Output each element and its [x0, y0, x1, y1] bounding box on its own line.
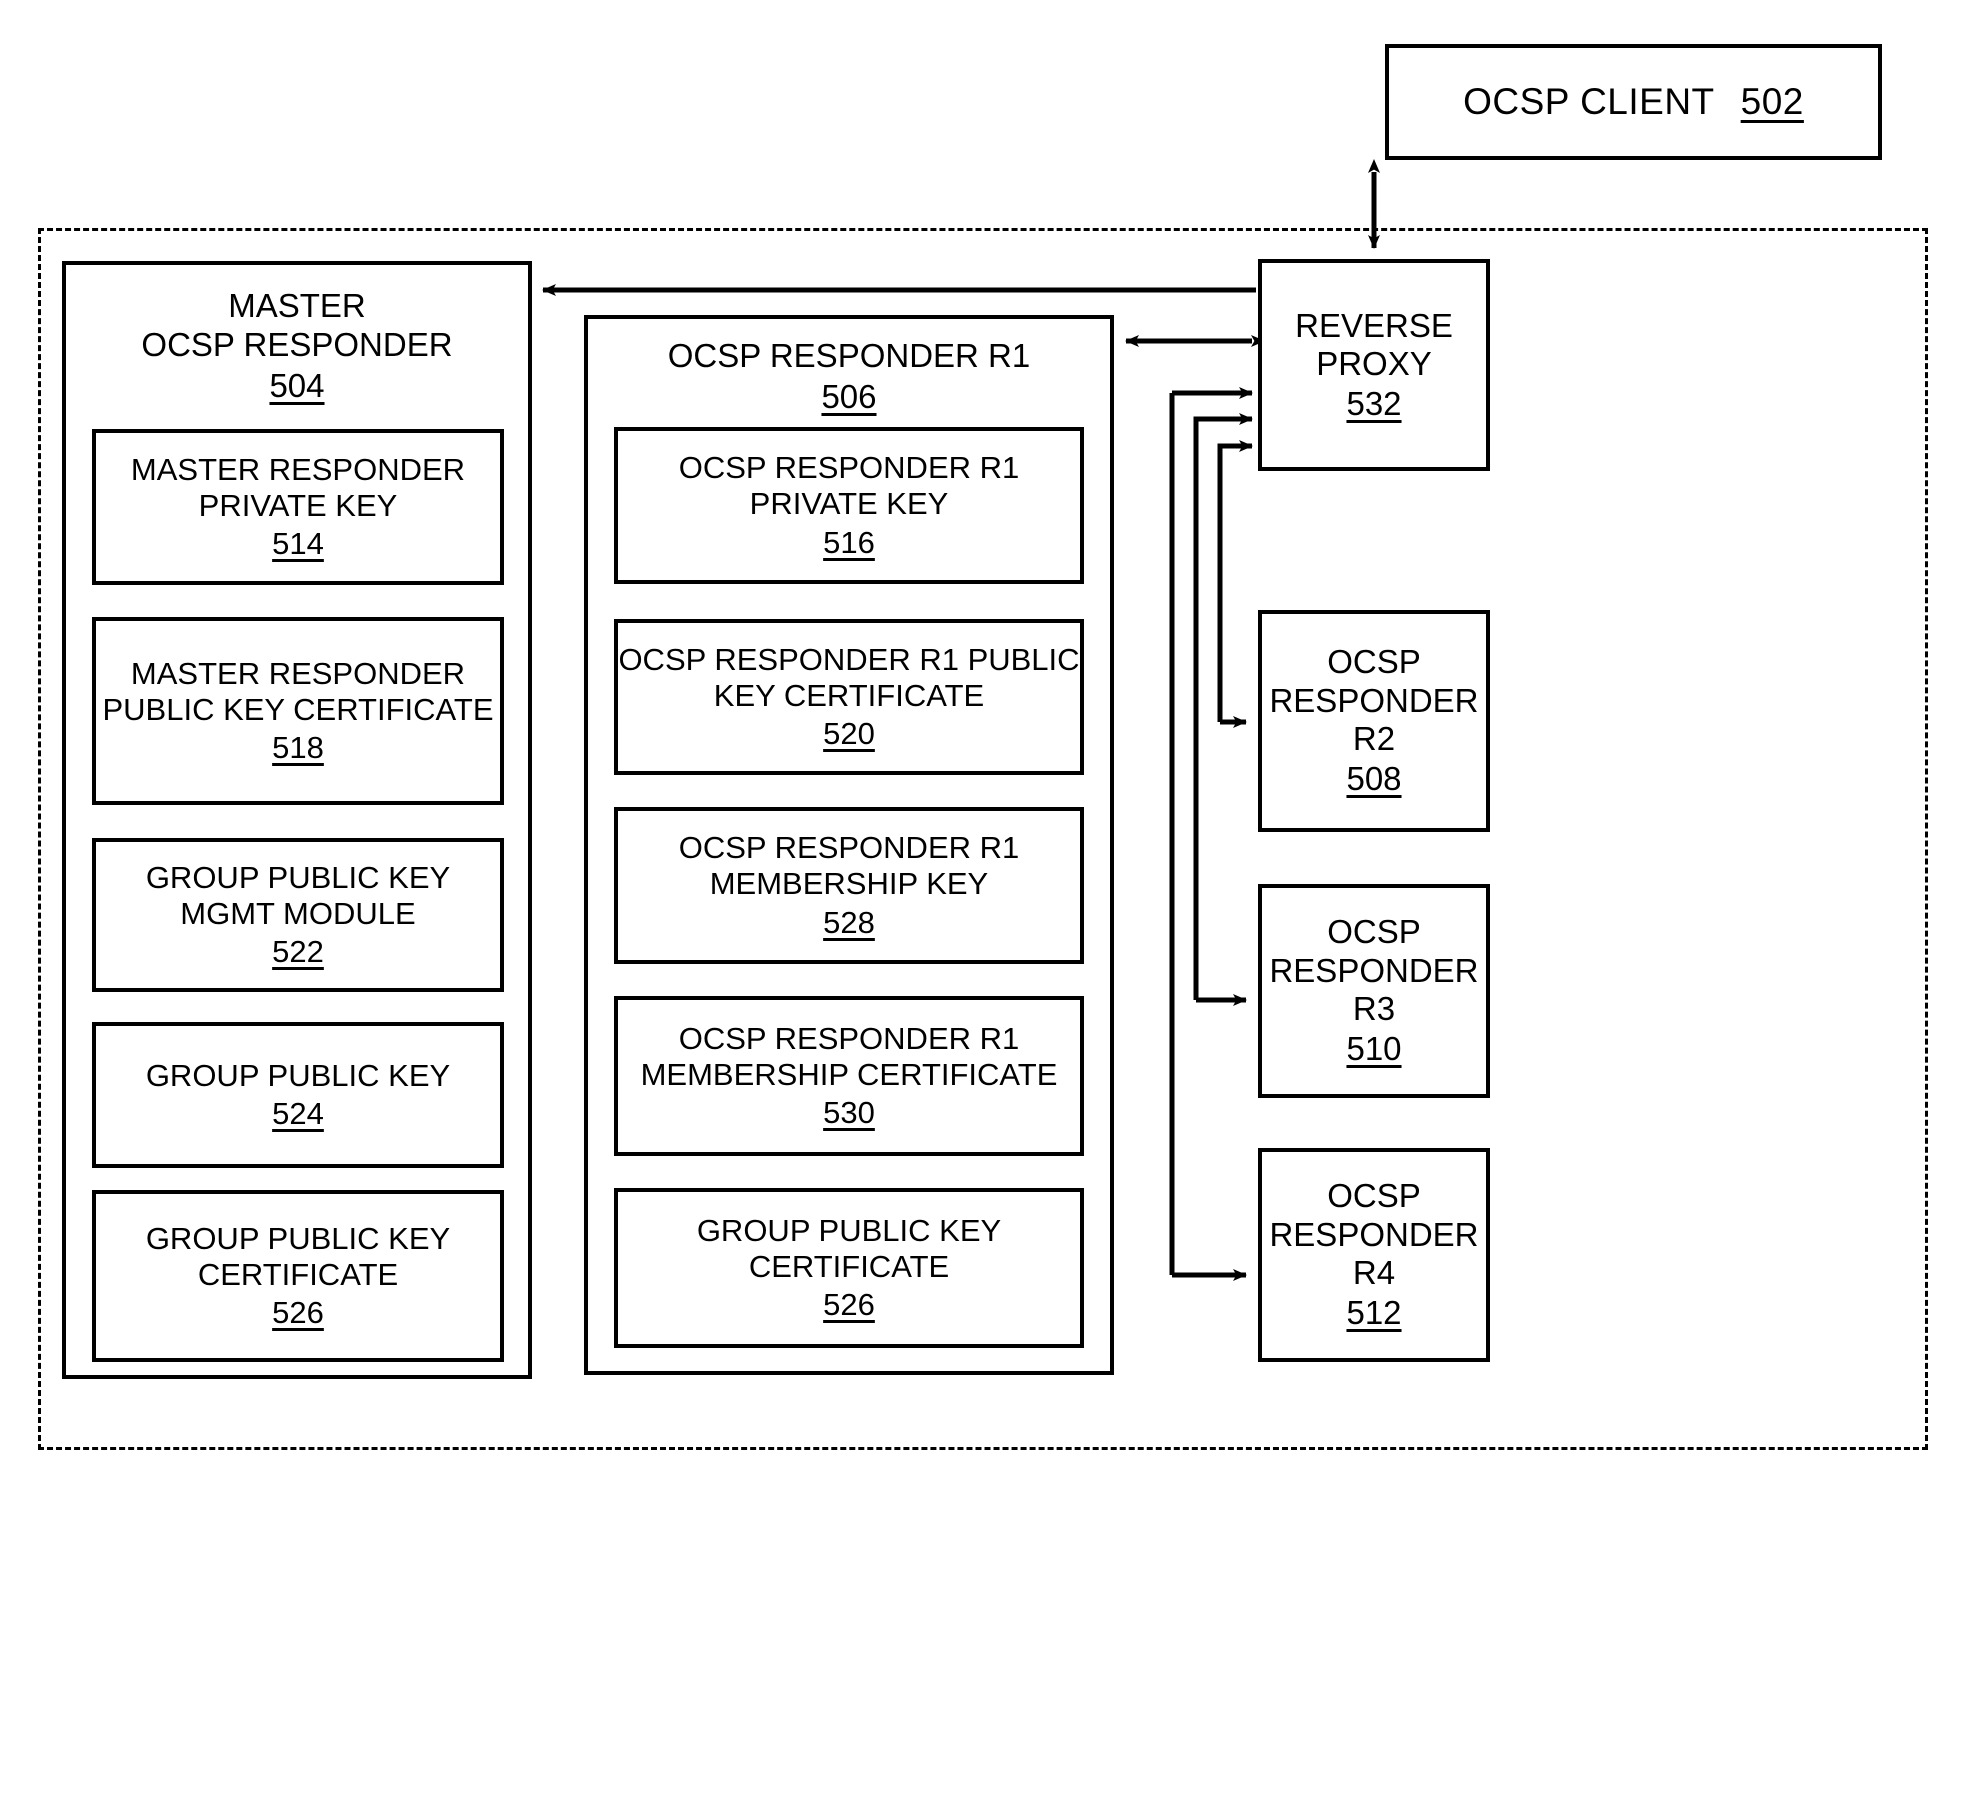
master-responder-public-key-certificate-ref: 518	[272, 730, 324, 766]
ocsp-responder-r4-box[interactable]: OCSP RESPONDER R4 512	[1258, 1148, 1490, 1362]
master-responder-public-key-certificate-label: MASTER RESPONDER PUBLIC KEY CERTIFICATE	[102, 655, 494, 727]
r1-public-key-certificate-ref: 520	[823, 716, 875, 752]
master-responder-private-key-box[interactable]: MASTER RESPONDER PRIVATE KEY 514	[92, 429, 504, 585]
group-public-key-mgmt-module-label: GROUP PUBLIC KEY MGMT MODULE	[145, 859, 451, 931]
r1-membership-certificate-label: OCSP RESPONDER R1 MEMBERSHIP CERTIFICATE	[640, 1020, 1058, 1092]
ocsp-responder-r3-box[interactable]: OCSP RESPONDER R3 510	[1258, 884, 1490, 1098]
r1-membership-certificate-ref: 530	[823, 1095, 875, 1131]
ocsp-client-label: OCSP CLIENT	[1463, 80, 1715, 122]
ocsp-client-box[interactable]: OCSP CLIENT 502	[1385, 44, 1882, 160]
group-public-key-label: GROUP PUBLIC KEY	[145, 1057, 451, 1093]
r1-public-key-certificate-box[interactable]: OCSP RESPONDER R1 PUBLIC KEY CERTIFICATE…	[614, 619, 1084, 775]
ocsp-responder-r2-ref: 508	[1346, 760, 1402, 798]
group-public-key-mgmt-module-ref: 522	[272, 934, 324, 970]
master-responder-private-key-ref: 514	[272, 526, 324, 562]
master-responder-public-key-certificate-box[interactable]: MASTER RESPONDER PUBLIC KEY CERTIFICATE …	[92, 617, 504, 805]
ocsp-responder-r3-ref: 510	[1346, 1030, 1402, 1068]
ocsp-responder-r1-ref: 506	[821, 377, 877, 415]
r1-group-public-key-certificate-ref: 526	[823, 1287, 875, 1323]
master-responder-private-key-label: MASTER RESPONDER PRIVATE KEY	[130, 451, 466, 523]
group-public-key-box[interactable]: GROUP PUBLIC KEY 524	[92, 1022, 504, 1168]
group-public-key-ref: 524	[272, 1096, 324, 1131]
master-group-public-key-certificate-label: GROUP PUBLIC KEY CERTIFICATE	[145, 1220, 451, 1292]
r1-private-key-ref: 516	[823, 524, 875, 560]
ocsp-responder-r4-ref: 512	[1346, 1294, 1402, 1332]
r1-membership-certificate-box[interactable]: OCSP RESPONDER R1 MEMBERSHIP CERTIFICATE…	[614, 996, 1084, 1156]
ocsp-responder-r2-label: OCSP RESPONDER R2	[1269, 643, 1479, 757]
ocsp-client-ref: 502	[1740, 80, 1804, 122]
reverse-proxy-box[interactable]: REVERSE PROXY 532	[1258, 259, 1490, 471]
r1-private-key-box[interactable]: OCSP RESPONDER R1 PRIVATE KEY 516	[614, 427, 1084, 584]
group-public-key-mgmt-module-box[interactable]: GROUP PUBLIC KEY MGMT MODULE 522	[92, 838, 504, 992]
master-group-public-key-certificate-box[interactable]: GROUP PUBLIC KEY CERTIFICATE 526	[92, 1190, 504, 1362]
ocsp-responder-r3-label: OCSP RESPONDER R3	[1269, 913, 1479, 1027]
r1-public-key-certificate-label: OCSP RESPONDER R1 PUBLIC KEY CERTIFICATE	[618, 641, 1080, 713]
ocsp-responder-r2-box[interactable]: OCSP RESPONDER R2 508	[1258, 610, 1490, 832]
ocsp-responder-r1-label: OCSP RESPONDER R1	[667, 337, 1031, 374]
reverse-proxy-label: REVERSE PROXY	[1295, 306, 1453, 382]
r1-membership-key-box[interactable]: OCSP RESPONDER R1 MEMBERSHIP KEY 528	[614, 807, 1084, 964]
r1-membership-key-ref: 528	[823, 904, 875, 940]
master-responder-ref: 504	[269, 366, 325, 404]
reverse-proxy-ref: 532	[1346, 385, 1402, 423]
r1-group-public-key-certificate-label: GROUP PUBLIC KEY CERTIFICATE	[696, 1212, 1002, 1284]
master-group-public-key-certificate-ref: 526	[272, 1295, 324, 1331]
r1-group-public-key-certificate-box[interactable]: GROUP PUBLIC KEY CERTIFICATE 526	[614, 1188, 1084, 1348]
r1-private-key-label: OCSP RESPONDER R1 PRIVATE KEY	[678, 450, 1020, 522]
diagram-canvas: OCSP CLIENT 502 MASTER OCSP RESPONDER 50…	[0, 0, 1980, 1807]
master-responder-label: MASTER OCSP RESPONDER	[141, 287, 453, 363]
r1-membership-key-label: OCSP RESPONDER R1 MEMBERSHIP KEY	[678, 830, 1020, 902]
ocsp-responder-r4-label: OCSP RESPONDER R4	[1269, 1177, 1479, 1291]
